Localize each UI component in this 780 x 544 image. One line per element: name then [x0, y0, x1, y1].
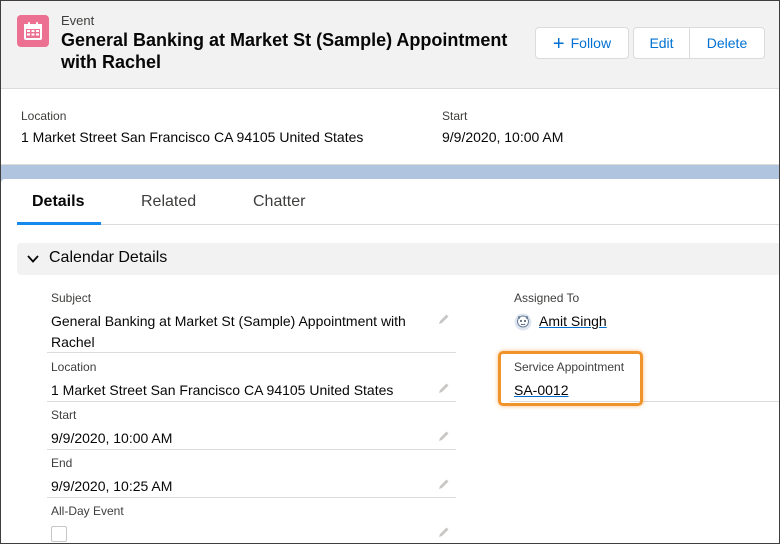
field-value: General Banking at Market St (Sample) Ap… — [51, 313, 406, 350]
highlight-location-label: Location — [21, 109, 67, 123]
pencil-icon[interactable] — [438, 478, 450, 490]
active-tab-indicator — [17, 222, 101, 225]
chevron-down-icon — [27, 255, 39, 263]
highlights-panel: Location 1 Market Street San Francisco C… — [1, 89, 779, 165]
follow-button[interactable]: + Follow — [535, 27, 629, 59]
field-label: Service Appointment — [514, 360, 625, 374]
field-label: End — [51, 456, 73, 470]
field-service-appointment: Service Appointment SA-0012 — [510, 354, 779, 402]
field-label: Subject — [51, 291, 92, 305]
section-title: Calendar Details — [49, 249, 168, 266]
highlight-start-label: Start — [442, 109, 468, 123]
service-appointment-link[interactable]: SA-0012 — [514, 380, 568, 401]
field-assigned-to: Assigned To Amit Singh — [510, 285, 779, 333]
pencil-icon[interactable] — [438, 526, 450, 538]
tab-chatter[interactable]: Chatter — [253, 193, 305, 211]
object-type-label: Event — [61, 13, 95, 28]
field-value: 9/9/2020, 10:00 AM — [51, 430, 173, 446]
field-all-day-event: All-Day Event — [47, 498, 456, 543]
edit-button[interactable]: Edit — [634, 28, 690, 58]
plus-icon: + — [552, 33, 565, 55]
field-start: Start 9/9/2020, 10:00 AM — [47, 402, 456, 450]
tab-bar: Details Related Chatter — [17, 179, 779, 225]
delete-button[interactable]: Delete — [690, 28, 764, 58]
field-value: 9/9/2020, 10:25 AM — [51, 478, 173, 494]
record-page: Event General Banking at Market St (Samp… — [0, 0, 780, 544]
field-label: Location — [51, 360, 97, 374]
field-label: Start — [51, 408, 77, 422]
highlight-location-value: 1 Market Street San Francisco CA 94105 U… — [21, 129, 364, 145]
follow-label: Follow — [570, 35, 612, 51]
record-title: General Banking at Market St (Sample) Ap… — [61, 30, 508, 72]
tab-details[interactable]: Details — [32, 193, 84, 211]
calendar-icon — [17, 15, 49, 47]
record-header: Event General Banking at Market St (Samp… — [1, 1, 779, 89]
pencil-icon[interactable] — [438, 430, 450, 442]
tab-related[interactable]: Related — [141, 193, 196, 211]
all-day-checkbox[interactable] — [51, 526, 67, 542]
assigned-to-link[interactable]: Amit Singh — [539, 311, 607, 332]
field-location: Location 1 Market Street San Francisco C… — [47, 354, 456, 402]
field-label: Assigned To — [514, 291, 580, 305]
section-toggle-calendar-details[interactable]: Calendar Details — [17, 243, 779, 275]
field-subject: Subject General Banking at Market St (Sa… — [47, 285, 456, 353]
highlight-start-value: 9/9/2020, 10:00 AM — [442, 129, 564, 145]
field-value: 1 Market Street San Francisco CA 94105 U… — [51, 382, 394, 398]
user-avatar-icon — [514, 313, 532, 331]
action-button-group: Edit Delete — [633, 27, 765, 59]
pencil-icon[interactable] — [438, 313, 450, 325]
field-label: All-Day Event — [51, 504, 124, 518]
pencil-icon[interactable] — [438, 382, 450, 394]
details-card: Details Related Chatter Calendar Details… — [1, 179, 779, 543]
field-end: End 9/9/2020, 10:25 AM — [47, 450, 456, 498]
